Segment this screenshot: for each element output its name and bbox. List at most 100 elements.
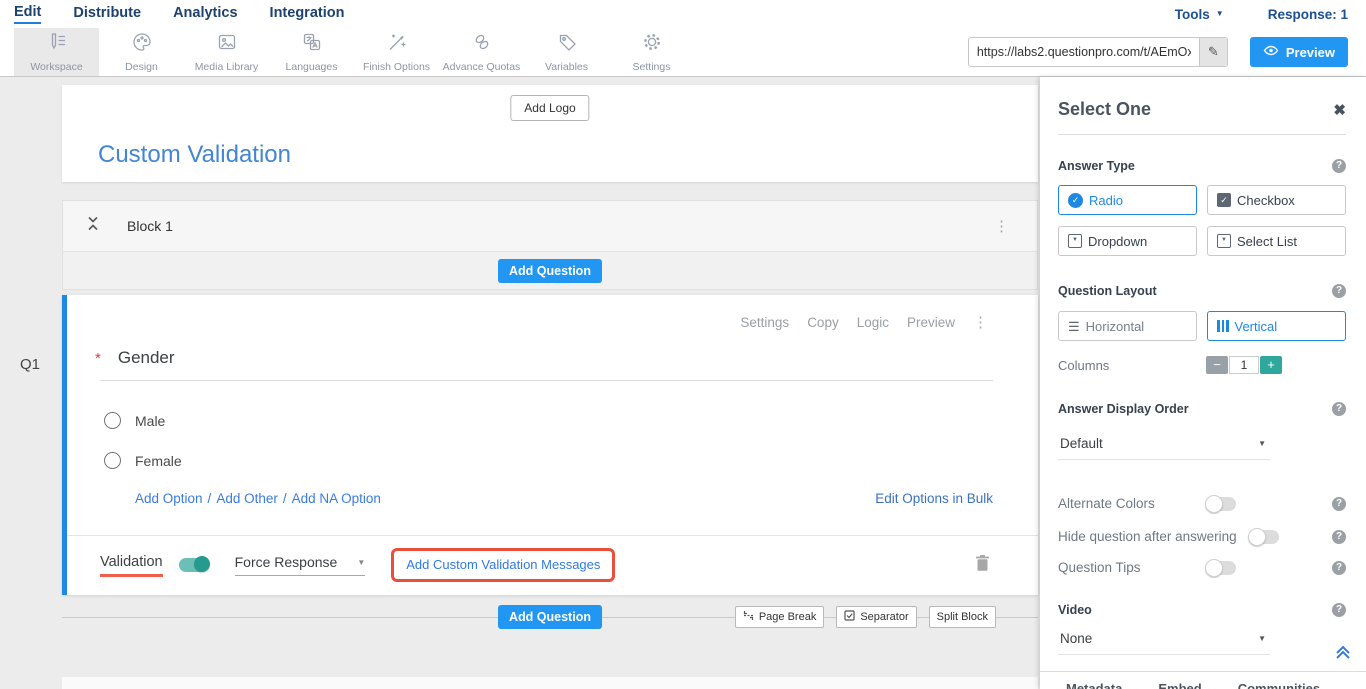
caret-down-icon: ▼ [1258,634,1266,643]
question-copy-link[interactable]: Copy [807,315,839,330]
horizontal-lines-icon: ☰ [1068,320,1080,333]
question-number: Q1 [20,356,40,373]
tab-communities[interactable]: Communities [1238,681,1320,689]
toolbar-item-advance-quotas[interactable]: Advance Quotas [439,28,524,76]
toolbar-item-label: Design [125,61,158,73]
top-nav: Edit Distribute Analytics Integration To… [0,0,1366,28]
layout-vertical-button[interactable]: Vertical [1207,311,1346,341]
help-icon[interactable]: ? [1332,159,1346,173]
edit-options-in-bulk-link[interactable]: Edit Options in Bulk [875,491,993,506]
help-icon[interactable]: ? [1332,284,1346,298]
scroll-to-top-icon[interactable] [1334,644,1352,665]
answer-option-label[interactable]: Male [135,413,165,429]
question-settings-link[interactable]: Settings [740,315,789,330]
tab-metadata[interactable]: Metadata [1066,681,1122,689]
toolbar-item-label: Workspace [30,61,82,73]
nav-tab-analytics[interactable]: Analytics [173,5,237,23]
add-other-link[interactable]: Add Other [216,491,278,506]
add-question-button[interactable]: Add Question [498,259,602,283]
question-layout-label: Question Layout [1058,284,1157,298]
toolbar-item-workspace[interactable]: Workspace [14,28,99,76]
validation-toggle[interactable] [179,558,209,572]
trash-icon[interactable] [975,554,990,577]
answer-type-option-label: Radio [1089,193,1123,208]
answer-type-checkbox[interactable]: ✓ Checkbox [1207,185,1346,215]
add-na-option-link[interactable]: Add NA Option [292,491,381,506]
preview-button[interactable]: Preview [1250,37,1348,67]
question-tips-row: Question Tips ? [1058,560,1346,575]
toolbar-item-design[interactable]: Design [99,28,184,76]
answer-display-order-label: Answer Display Order [1058,402,1189,416]
hide-question-toggle[interactable] [1249,530,1279,544]
tools-menu[interactable]: Tools ▼ [1175,7,1224,22]
nav-tab-edit[interactable]: Edit [14,4,41,24]
question-title[interactable]: Gender [118,348,175,368]
survey-editor-column: Add Logo Custom Validation Block 1 ⋮ Add… [62,77,1038,689]
radio-button[interactable] [104,412,121,429]
pencil-icon: ✎ [1208,44,1219,60]
columns-increment-button[interactable]: + [1260,356,1282,374]
alternate-colors-toggle[interactable] [1206,497,1236,511]
question-logic-link[interactable]: Logic [857,315,889,330]
separator-button[interactable]: Separator [836,606,916,628]
nav-tab-integration[interactable]: Integration [270,5,345,23]
toolbar-item-settings[interactable]: Settings [609,28,694,76]
nav-tab-distribute[interactable]: Distribute [73,5,141,23]
sidebar-title: Select One [1058,99,1151,120]
video-select[interactable]: None ▼ [1058,631,1270,655]
toolbar-item-media-library[interactable]: Media Library [184,28,269,76]
survey-url-input[interactable] [969,38,1199,66]
help-icon[interactable]: ? [1332,530,1346,544]
layout-option-label: Horizontal [1086,319,1145,334]
validation-label: Validation [100,554,163,577]
block-more-icon[interactable]: ⋮ [994,219,1009,234]
palette-icon [131,31,153,58]
gear-icon [641,31,663,58]
close-icon[interactable]: ✖ [1333,101,1346,119]
add-custom-validation-link[interactable]: Add Custom Validation Messages [406,557,600,572]
edit-url-button[interactable]: ✎ [1199,38,1227,66]
layout-option-label: Vertical [1235,319,1278,334]
add-option-link[interactable]: Add Option [135,491,203,506]
response-count[interactable]: Response: 1 [1268,7,1348,22]
question-tips-toggle[interactable] [1206,561,1236,575]
help-icon[interactable]: ? [1332,402,1346,416]
radio-button[interactable] [104,452,121,469]
radio-check-icon: ✓ [1068,193,1083,208]
toolbar-item-label: Languages [286,61,338,73]
page-break-button[interactable]: Page Break [735,606,824,628]
layout-horizontal-button[interactable]: ☰ Horizontal [1058,311,1197,341]
answer-option-label[interactable]: Female [135,453,182,469]
add-question-button[interactable]: Add Question [498,605,602,629]
question-preview-link[interactable]: Preview [907,315,955,330]
survey-title[interactable]: Custom Validation [98,141,291,169]
question-title-underline [100,380,993,381]
answer-type-select-list[interactable]: ▼ Select List [1207,226,1346,256]
toolbar-item-languages[interactable]: Languages [269,28,354,76]
toolbar-item-finish-options[interactable]: Finish Options [354,28,439,76]
answer-type-radio[interactable]: ✓ Radio [1058,185,1197,215]
answer-display-order-select[interactable]: Default ▼ [1058,436,1270,460]
force-response-select[interactable]: Force Response ▼ [235,554,366,576]
answer-type-dropdown[interactable]: ▼ Dropdown [1058,226,1197,256]
link-separator: / [283,491,287,506]
video-label: Video [1058,603,1092,617]
dropdown-box-icon: ▼ [1068,234,1082,248]
answer-type-option-label: Dropdown [1088,234,1147,249]
collapse-block-icon[interactable] [87,215,99,237]
tab-embed[interactable]: Embed [1158,681,1201,689]
columns-label: Columns [1058,358,1206,373]
help-icon[interactable]: ? [1332,561,1346,575]
link-separator: / [208,491,212,506]
toolbar-item-label: Finish Options [363,61,430,73]
validation-row: Validation Force Response ▼ Add Custom V… [100,536,990,594]
help-icon[interactable]: ? [1332,603,1346,617]
columns-decrement-button[interactable]: − [1206,356,1228,374]
block-footer-buttons: Page Break Separator Split Block [735,606,996,628]
add-logo-button[interactable]: Add Logo [510,95,589,121]
question-more-icon[interactable]: ⋮ [973,315,988,330]
split-block-button[interactable]: Split Block [929,606,996,628]
help-icon[interactable]: ? [1332,497,1346,511]
toolbar-item-variables[interactable]: Variables [524,28,609,76]
block-title[interactable]: Block 1 [127,218,173,234]
